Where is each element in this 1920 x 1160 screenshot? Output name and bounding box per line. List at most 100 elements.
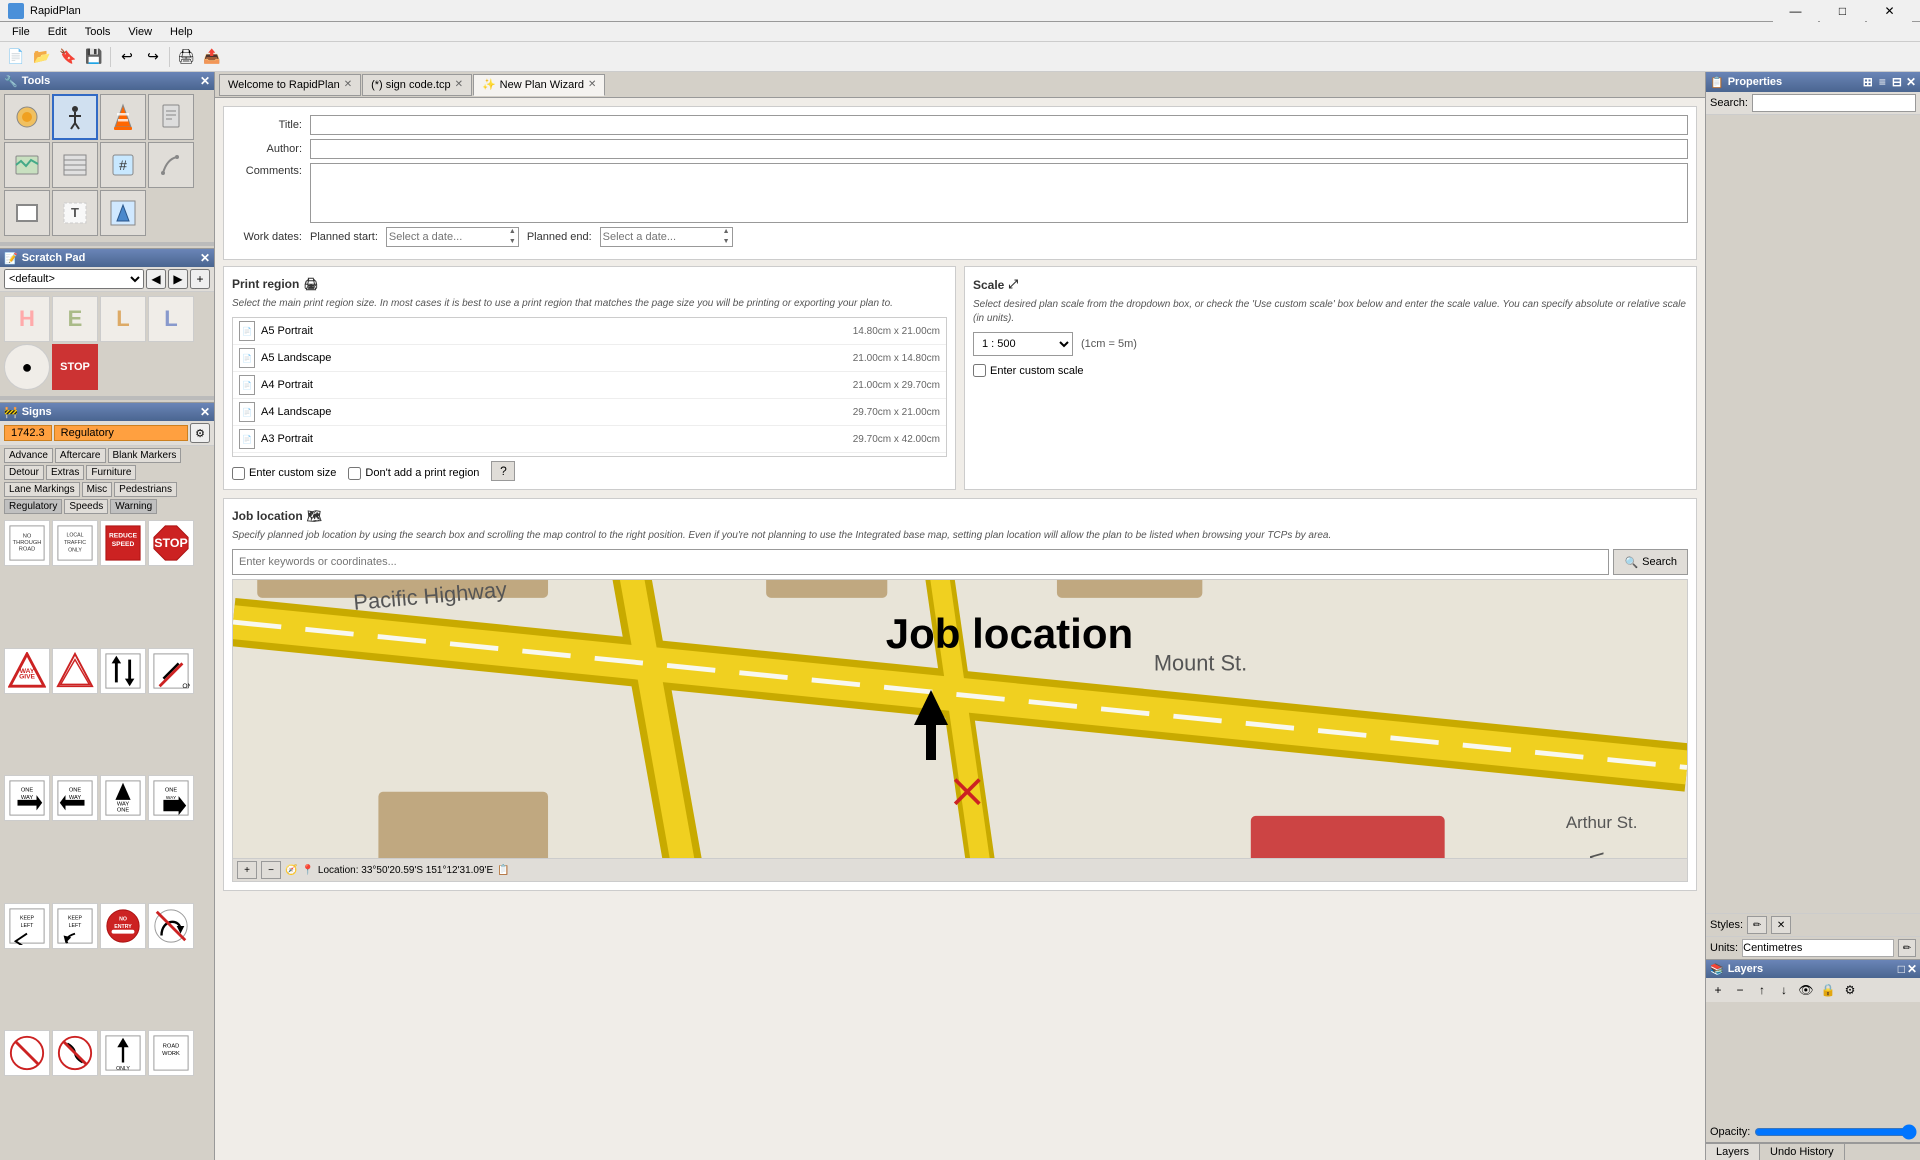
tab-welcome[interactable]: Welcome to RapidPlan ✕	[219, 74, 361, 96]
filter-speeds[interactable]: Speeds	[64, 499, 108, 514]
no-print-region-checkbox[interactable]	[348, 467, 361, 480]
menu-help[interactable]: Help	[162, 24, 201, 40]
bottom-tab-undo[interactable]: Undo History	[1760, 1144, 1845, 1160]
menu-file[interactable]: File	[4, 24, 38, 40]
close-button[interactable]: ✕	[1867, 0, 1912, 22]
map-zoom-out[interactable]: −	[261, 861, 281, 879]
filter-misc[interactable]: Misc	[82, 482, 113, 497]
scratch-item-stop[interactable]: STOP	[52, 344, 98, 390]
filter-blank[interactable]: Blank Markers	[108, 448, 182, 463]
filter-warning[interactable]: Warning	[110, 499, 157, 514]
units-input[interactable]	[1742, 939, 1894, 957]
print-item-a3-portrait[interactable]: 📄 A3 Portrait 29.70cm x 42.00cm	[233, 426, 946, 453]
pedestrian-tool-btn[interactable]	[52, 94, 98, 140]
map-container[interactable]: Pacific Highway Mount St. Walker St. Art…	[232, 579, 1688, 859]
bottom-tab-layers[interactable]: Layers	[1706, 1144, 1760, 1160]
layers-lock[interactable]: 🔒	[1818, 980, 1838, 1000]
toolbar-undo[interactable]: ↩	[115, 45, 139, 69]
print-item-a5-portrait[interactable]: 📄 A5 Portrait 14.80cm x 21.00cm	[233, 318, 946, 345]
maximize-button[interactable]: □	[1820, 0, 1865, 22]
layers-remove[interactable]: −	[1730, 980, 1750, 1000]
filter-advance[interactable]: Advance	[4, 448, 53, 463]
layers-up[interactable]: ↑	[1752, 980, 1772, 1000]
scratch-next[interactable]: ▶	[168, 269, 188, 289]
spin-down2[interactable]: ▼	[723, 237, 730, 247]
planned-end-input[interactable]: ▲ ▼	[600, 227, 733, 247]
filter-extras[interactable]: Extras	[46, 465, 84, 480]
props-icon2[interactable]: ≡	[1877, 74, 1888, 90]
filter-regulatory[interactable]: Regulatory	[4, 499, 62, 514]
filter-lane[interactable]: Lane Markings	[4, 482, 80, 497]
sign-one-way-up-down[interactable]	[100, 648, 146, 694]
filter-pedestrians[interactable]: Pedestrians	[114, 482, 177, 497]
filter-aftercare[interactable]: Aftercare	[55, 448, 106, 463]
planned-start-field[interactable]	[389, 231, 509, 243]
sign-keep-left[interactable]: KEEPLEFT	[4, 903, 50, 949]
props-search-input[interactable]	[1752, 94, 1916, 112]
sign-one-way-up[interactable]: ONEWAY	[100, 775, 146, 821]
custom-size-checkbox[interactable]	[232, 467, 245, 480]
custom-scale-label[interactable]: Enter custom scale	[973, 364, 1688, 377]
map-tool-btn[interactable]	[4, 142, 50, 188]
print-item-a4-landscape[interactable]: 📄 A4 Landscape 29.70cm x 21.00cm	[233, 399, 946, 426]
sign-no-sign1[interactable]	[4, 1030, 50, 1076]
filter-furniture[interactable]: Furniture	[86, 465, 136, 480]
select-tool-btn[interactable]	[4, 94, 50, 140]
props-icon1[interactable]: ⊞	[1861, 74, 1875, 90]
custom-size-label[interactable]: Enter custom size	[232, 467, 336, 480]
layers-down[interactable]: ↓	[1774, 980, 1794, 1000]
sign-give-way[interactable]: GIVEWAY	[4, 648, 50, 694]
toolbar-bookmark[interactable]: 🔖	[56, 45, 80, 69]
minimize-button[interactable]: —	[1773, 0, 1818, 22]
comments-input[interactable]	[310, 163, 1688, 223]
scratch-item-circle[interactable]: ●	[4, 344, 50, 390]
scratch-prev[interactable]: ◀	[146, 269, 166, 289]
planned-end-field[interactable]	[603, 231, 723, 243]
props-icon3[interactable]: ⊟	[1890, 74, 1904, 90]
spin-up2[interactable]: ▲	[723, 227, 730, 237]
signs-close[interactable]: ✕	[200, 405, 210, 419]
sign-one-way-right[interactable]: ONEWAY	[4, 775, 50, 821]
text-tool-btn[interactable]: T	[52, 190, 98, 236]
location-search-input[interactable]	[232, 549, 1609, 575]
scratch-item-L1[interactable]: L	[100, 296, 146, 342]
scratch-item-L2[interactable]: L	[148, 296, 194, 342]
toolbar-export[interactable]: 📤	[200, 45, 224, 69]
print-help-btn[interactable]: ?	[491, 461, 515, 481]
draw-tool-btn[interactable]	[148, 142, 194, 188]
sign-local-traffic[interactable]: LOCALTRAFFICONLY	[52, 520, 98, 566]
toolbar-redo[interactable]: ↪	[141, 45, 165, 69]
sign-reduce-speed[interactable]: REDUCESPEED	[100, 520, 146, 566]
tools-panel-close[interactable]: ✕	[200, 74, 210, 88]
sign-no-right-turn[interactable]: ONLY	[148, 648, 194, 694]
scratch-close[interactable]: ✕	[200, 251, 210, 265]
title-input[interactable]	[310, 115, 1688, 135]
layers-close[interactable]: ✕	[1907, 962, 1917, 976]
author-input[interactable]	[310, 139, 1688, 159]
map-copy-icon[interactable]: 📋	[497, 865, 509, 876]
sign-one-way-left[interactable]: ONEWAY	[52, 775, 98, 821]
spin-up1[interactable]: ▲	[509, 227, 516, 237]
scratch-add[interactable]: +	[190, 269, 210, 289]
scratch-item-H[interactable]: H	[4, 296, 50, 342]
number-tool-btn[interactable]: #	[100, 142, 146, 188]
planned-start-input[interactable]: ▲ ▼	[386, 227, 519, 247]
sign-one-way-down[interactable]: ONEWAY	[148, 775, 194, 821]
print-item-a5-landscape[interactable]: 📄 A5 Landscape 21.00cm x 14.80cm	[233, 345, 946, 372]
menu-view[interactable]: View	[120, 24, 160, 40]
print-item-a4-portrait[interactable]: 📄 A4 Portrait 21.00cm x 29.70cm	[233, 372, 946, 399]
rect-tool-btn[interactable]	[4, 190, 50, 236]
map-zoom-in[interactable]: +	[237, 861, 257, 879]
sign-no-through-road[interactable]: NOTHROUGHROAD	[4, 520, 50, 566]
toolbar-open[interactable]: 📂	[30, 45, 54, 69]
styles-delete-btn[interactable]: ✕	[1771, 916, 1791, 934]
toolbar-save[interactable]: 💾	[82, 45, 106, 69]
signs-config[interactable]: ⚙	[190, 423, 210, 443]
scale-select[interactable]: 1 : 500	[973, 332, 1073, 356]
sign-stop[interactable]: STOP	[148, 520, 194, 566]
props-close[interactable]: ✕	[1906, 75, 1916, 89]
scratch-select[interactable]: <default>	[4, 269, 144, 289]
tab-welcome-close[interactable]: ✕	[344, 79, 352, 90]
spin-down1[interactable]: ▼	[509, 237, 516, 247]
layers-expand[interactable]: □	[1898, 962, 1905, 976]
